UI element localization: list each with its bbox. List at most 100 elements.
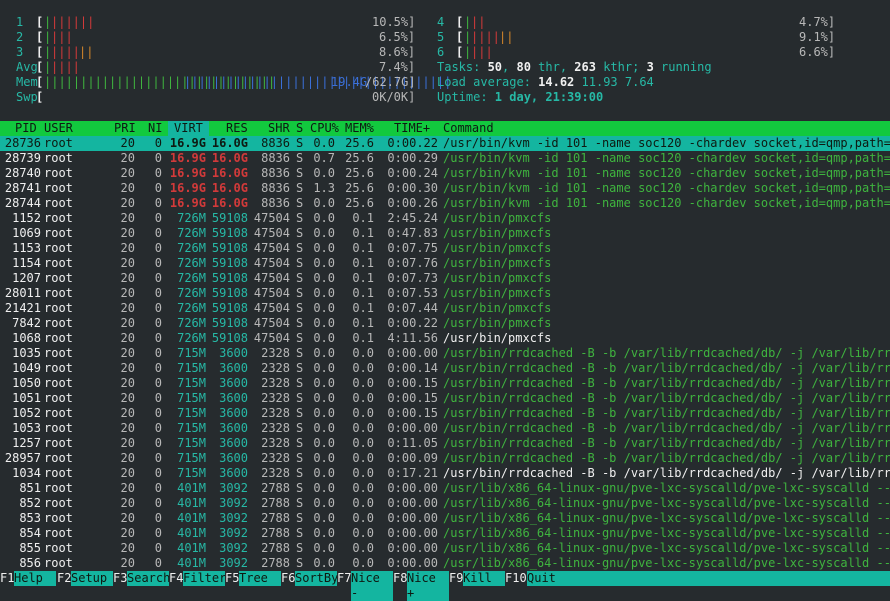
- cell-shr: 2788: [261, 556, 290, 570]
- column-mem[interactable]: MEM%: [345, 121, 374, 136]
- fkey-label-nice[interactable]: Nice -: [351, 571, 393, 601]
- cell-shr: 47504: [253, 286, 290, 300]
- cell-shr: 2328: [261, 391, 290, 405]
- fkey-label-kill[interactable]: Kill: [463, 571, 505, 586]
- table-row[interactable]: 1051 root 20 0 715M 3600 2328 S 0.0 0.0 0:00.15/us…: [0, 391, 890, 406]
- column-res[interactable]: RES: [226, 121, 248, 136]
- column-shr[interactable]: SHR: [268, 121, 290, 136]
- column-virt[interactable]: VIRT: [168, 121, 209, 136]
- table-row[interactable]: 28011 root 20 0 726M 59108 47504 S 0.0 0.1 0:07.53…: [0, 286, 890, 301]
- table-row[interactable]: 28736 root 20 0 16.9G 16.0G 8836 S 0.0 25.6 0:00.2…: [0, 136, 890, 151]
- cell-ni: 0: [154, 316, 162, 330]
- table-row[interactable]: 1069 root 20 0 726M 59108 47504 S 0.0 0.1 0:47.83 /…: [0, 226, 890, 241]
- cell-pid: 1207: [12, 271, 41, 285]
- table-row[interactable]: 852 root 20 0 401M 3092 2788 S 0.0 0.0 0:00.00/usr…: [0, 496, 890, 511]
- fkey-f1[interactable]: F1: [0, 571, 15, 586]
- cell-pid: 1034: [12, 466, 41, 480]
- cell-pri: 20: [120, 271, 135, 285]
- cell-ni: 0: [154, 496, 162, 510]
- cell-ni: 0: [154, 331, 162, 345]
- fkey-f6[interactable]: F6: [281, 571, 296, 586]
- table-row[interactable]: 1050 root 20 0 715M 3600 2328 S 0.0 0.0 0:00.15/us…: [0, 376, 890, 391]
- fkey-label-nice[interactable]: Nice +: [407, 571, 449, 601]
- cell-state: S: [296, 526, 304, 540]
- table-row[interactable]: 1207 root 20 0 726M 59108 47504 S 0.0 0.1 0:07.73 /…: [0, 271, 890, 286]
- table-row[interactable]: 28740 root 20 0 16.9G 16.0G 8836 S 0.0 25.6 0:00.2…: [0, 166, 890, 181]
- table-row[interactable]: 1053 root 20 0 715M 3600 2328 S 0.0 0.0 0:00.00/us…: [0, 421, 890, 436]
- fkey-label-sortby[interactable]: SortBy: [295, 571, 338, 586]
- table-row[interactable]: 1052 root 20 0 715M 3600 2328 S 0.0 0.0 0:00.15/us…: [0, 406, 890, 421]
- column-pid[interactable]: PID: [15, 121, 37, 136]
- table-row[interactable]: 28739 root 20 0 16.9G 16.0G 8836 S 0.7 25.6 0:00.2…: [0, 151, 890, 166]
- table-row[interactable]: 28744 root 20 0 16.9G 16.0G 8836 S 0.0 25.6 0:00.2…: [0, 196, 890, 211]
- cell-state: S: [296, 256, 304, 270]
- cell-ni: 0: [154, 196, 162, 210]
- cell-command: /usr/bin/kvm -id 101 -name soc120 -chard…: [443, 151, 890, 165]
- column-cpu[interactable]: CPU%: [310, 121, 339, 136]
- column-ni[interactable]: NI: [148, 121, 162, 136]
- cell-ni: 0: [154, 271, 162, 285]
- column-s[interactable]: S: [296, 121, 303, 136]
- table-row[interactable]: 855 root 20 0 401M 3092 2788 S 0.0 0.0 0:00.00/usr…: [0, 541, 890, 556]
- fkey-label-quit[interactable]: Quit: [527, 571, 890, 586]
- fkey-f8[interactable]: F8: [393, 571, 408, 586]
- table-row[interactable]: 854 root 20 0 401M 3092 2788 S 0.0 0.0 0:00.00/usr…: [0, 526, 890, 541]
- cell-state: S: [296, 406, 304, 420]
- fkey-f9[interactable]: F9: [449, 571, 464, 586]
- table-row[interactable]: 1068 root 20 0 726M 59108 47504 S 0.0 0.1 4:11.56 /…: [0, 331, 890, 346]
- cell-res: 3092: [219, 541, 248, 555]
- table-row[interactable]: 1049 root 20 0 715M 3600 2328 S 0.0 0.0 0:00.14/us…: [0, 361, 890, 376]
- fkey-f3[interactable]: F3: [113, 571, 128, 586]
- cell-res: 16.0G: [211, 196, 248, 210]
- column-pri[interactable]: PRI: [114, 121, 136, 136]
- column-user[interactable]: USER: [44, 121, 73, 136]
- column-time[interactable]: TIME+: [394, 121, 430, 136]
- cell-virt: 16.9G: [169, 181, 206, 195]
- cell-pri: 20: [120, 526, 135, 540]
- cell-virt: 726M: [177, 301, 206, 315]
- table-row[interactable]: 1153 root 20 0 726M 59108 47504 S 0.0 0.1 0:07.75 /…: [0, 241, 890, 256]
- table-row[interactable]: 1152 root 20 0 726M 59108 47504 S 0.0 0.1 2:45.24 /…: [0, 211, 890, 226]
- table-row[interactable]: 856 root 20 0 401M 3092 2788 S 0.0 0.0 0:00.00/usr…: [0, 556, 890, 571]
- fkey-label-tree[interactable]: Tree: [239, 571, 281, 586]
- fkey-f10[interactable]: F10: [505, 571, 527, 586]
- fkey-label-filter[interactable]: Filter: [183, 571, 226, 586]
- fkey-label-setup[interactable]: Setup: [71, 571, 113, 586]
- cell-command: /usr/bin/rrdcached -B -b /var/lib/rrdcac…: [443, 436, 890, 450]
- cell-user: root: [44, 421, 73, 435]
- cell-user: root: [44, 256, 73, 270]
- cell-ni: 0: [154, 151, 162, 165]
- cell-res: 59108: [211, 226, 248, 240]
- table-row[interactable]: 851 root 20 0 401M 3092 2788 S 0.0 0.0 0:00.00/usr…: [0, 481, 890, 496]
- cell-mem: 0.0: [352, 511, 374, 525]
- fkey-label-search[interactable]: Search: [127, 571, 170, 586]
- cell-mem: 0.0: [352, 361, 374, 375]
- cell-cpu: 0.0: [313, 136, 335, 150]
- cell-cpu: 0.0: [313, 406, 335, 420]
- table-row[interactable]: 1034 root 20 0 715M 3600 2328 S 0.0 0.0 0:17.21/us…: [0, 466, 890, 481]
- cell-shr: 2328: [261, 406, 290, 420]
- cell-pid: 1069: [12, 226, 41, 240]
- cell-time: 0:17.21: [387, 466, 438, 480]
- table-row[interactable]: 28957 root 20 0 715M 3600 2328 S 0.0 0.0 0:00.09/u…: [0, 451, 890, 466]
- table-row[interactable]: 853 root 20 0 401M 3092 2788 S 0.0 0.0 0:00.00/usr…: [0, 511, 890, 526]
- cell-ni: 0: [154, 241, 162, 255]
- cell-mem: 0.0: [352, 451, 374, 465]
- table-row[interactable]: 28741 root 20 0 16.9G 16.0G 8836 S 1.3 25.6 0:00.3…: [0, 181, 890, 196]
- table-row[interactable]: 1154 root 20 0 726M 59108 47504 S 0.0 0.1 0:07.76 /…: [0, 256, 890, 271]
- cell-command: /usr/lib/x86_64-linux-gnu/pve-lxc-syscal…: [443, 496, 890, 510]
- table-row[interactable]: 1257 root 20 0 715M 3600 2328 S 0.0 0.0 0:11.05/us…: [0, 436, 890, 451]
- fkey-f2[interactable]: F2: [57, 571, 72, 586]
- cell-command: /usr/bin/kvm -id 101 -name soc120 -chard…: [443, 196, 890, 210]
- column-command[interactable]: Command: [443, 121, 494, 136]
- table-row[interactable]: 1035 root 20 0 715M 3600 2328 S 0.0 0.0 0:00.00/us…: [0, 346, 890, 361]
- fkey-f4[interactable]: F4: [169, 571, 184, 586]
- fkey-label-help[interactable]: Help: [14, 571, 56, 586]
- fkey-f5[interactable]: F5: [225, 571, 240, 586]
- cell-ni: 0: [154, 511, 162, 525]
- table-row[interactable]: 7842 root 20 0 726M 59108 47504 S 0.0 0.1 0:00.22 /…: [0, 316, 890, 331]
- table-row[interactable]: 21421 root 20 0 726M 59108 47504 S 0.0 0.1 0:07.44…: [0, 301, 890, 316]
- cell-res: 59108: [211, 331, 248, 345]
- cell-virt: 726M: [177, 256, 206, 270]
- fkey-f7[interactable]: F7: [337, 571, 352, 586]
